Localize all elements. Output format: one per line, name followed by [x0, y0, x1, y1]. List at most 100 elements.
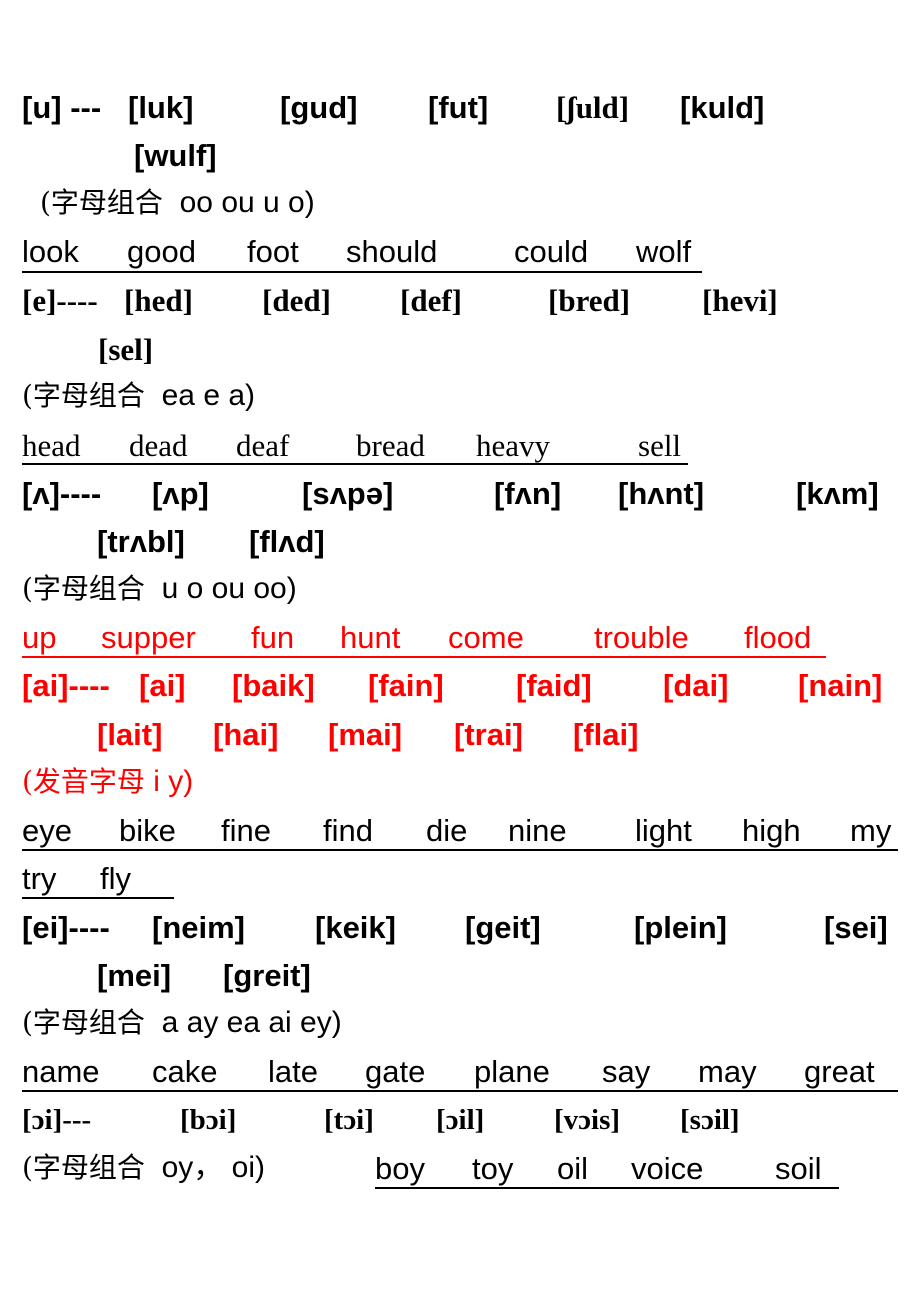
transcription-flai: [flai] [573, 717, 639, 752]
phonetic-header-ei: [ei]---- [22, 910, 110, 945]
word-bread: bread [356, 428, 425, 463]
note-label: (发音字母 [22, 765, 145, 798]
phonetic-row-ai-1: [ai]---- [ai] [baik] [fain] [faid] [dai]… [22, 670, 902, 704]
note-letters: i y) [153, 765, 194, 798]
transcription-luk: [luk] [128, 90, 194, 125]
phonetic-row-wedge-2: [trʌbl] [flʌd] [97, 526, 397, 560]
word-nine: nine [508, 813, 567, 848]
transcription-fun: [fʌn] [494, 476, 562, 511]
word-soil: soil [775, 1151, 822, 1186]
words-row-ai-2: try fly [22, 863, 174, 899]
transcription-flood: [flʌd] [249, 524, 325, 559]
transcription-hunt: [hʌnt] [618, 476, 705, 511]
word-flood: flood [744, 620, 812, 655]
phonetic-row-wedge-1: [ʌ]---- [ʌp] [sʌpə] [fʌn] [hʌnt] [kʌm] [22, 478, 902, 512]
note-letters: ea e a) [161, 379, 256, 412]
transcription-hevi: [hevi] [702, 283, 778, 318]
transcription-nain: [nain] [798, 668, 883, 703]
transcription-vois: [vɔis] [554, 1104, 621, 1136]
note-label: (字母组合 [40, 186, 163, 219]
phonetic-row-ei-2: [mei] [greit] [97, 960, 397, 994]
word-come: come [448, 620, 524, 655]
transcription-sel: [sel] [98, 332, 154, 367]
transcription-soil: [sɔil] [680, 1104, 740, 1136]
word-die: die [426, 813, 468, 848]
word-toy: toy [472, 1151, 514, 1186]
transcription-ded: [ded] [262, 283, 331, 318]
transcription-kuld: [kuld] [680, 90, 765, 125]
words-row-u: look good foot should could wolf [22, 234, 702, 273]
word-could: could [514, 234, 589, 269]
transcription-plein: [plein] [634, 910, 727, 945]
phonetic-row-e-1: [e]---- [hed] [ded] [def] [bred] [hevi] [22, 285, 902, 319]
note-ai: (发音字母 i y) [22, 767, 193, 797]
transcription-geit: [geit] [465, 910, 541, 945]
words-row-ei: name cake late gate plane say may great [22, 1056, 898, 1092]
word-bike: bike [119, 813, 176, 848]
note-oi: (字母组合 oy， oi) [22, 1153, 265, 1183]
words-row-wedge: up supper fun hunt come trouble flood [22, 622, 828, 658]
phonetic-row-oi-1: [ɔi]--- [bɔi] [tɔi] [ɔil] [vɔis] [sɔil] [22, 1106, 902, 1140]
transcription-ai: [ai] [139, 668, 186, 703]
underline [22, 430, 688, 465]
word-sell: sell [638, 428, 682, 463]
note-label: (字母组合 [22, 1151, 145, 1184]
word-up: up [22, 620, 57, 655]
word-find: find [323, 813, 373, 848]
transcription-hed: [hed] [124, 283, 193, 318]
note-label: (字母组合 [22, 379, 145, 412]
transcription-fain: [fain] [368, 668, 444, 703]
words-row-oi: boy toy oil voice soil [375, 1153, 840, 1189]
transcription-def: [def] [400, 283, 462, 318]
transcription-trouble: [trʌbl] [97, 524, 185, 559]
phonetic-row-u-1: [u] --- [luk] [gud] [fut] [ʃuld] [kuld] [22, 92, 902, 126]
note-letters: a ay ea ai ey) [161, 1006, 342, 1039]
phonetic-header-u: [u] --- [22, 90, 102, 125]
transcription-mei: [mei] [97, 958, 172, 993]
word-plane: plane [474, 1054, 550, 1089]
transcription-boi: [bɔi] [180, 1104, 237, 1136]
transcription-keik: [keik] [315, 910, 396, 945]
phonetic-row-ei-1: [ei]---- [neim] [keik] [geit] [plein] [s… [22, 912, 902, 946]
word-heavy: heavy [476, 428, 551, 463]
word-good: good [127, 234, 196, 269]
word-gate: gate [365, 1054, 426, 1089]
words-row-ai-1: eye bike fine find die nine light high m… [22, 815, 898, 851]
note-letters: oy， oi) [161, 1151, 265, 1184]
transcription-faid: [faid] [516, 668, 592, 703]
transcription-sei: [sei] [824, 910, 888, 945]
transcription-come: [kʌm] [796, 476, 879, 511]
underline [375, 1153, 839, 1189]
transcription-oil: [ɔil] [436, 1104, 485, 1136]
word-wolf: wolf [636, 234, 692, 269]
note-u: (字母组合 oo ou u o) [40, 188, 315, 218]
transcription-lait: [lait] [97, 717, 163, 752]
note-letters: u o ou oo) [161, 572, 297, 605]
word-my: my [850, 813, 892, 848]
transcription-wulf: [wulf] [134, 138, 217, 173]
words-row-e: head dead deaf bread heavy sell [22, 430, 690, 466]
transcription-neim: [neim] [152, 910, 245, 945]
transcription-toi: [tɔi] [324, 1104, 374, 1136]
word-eye: eye [22, 813, 72, 848]
note-letters: oo ou u o) [179, 186, 315, 219]
transcription-dai: [dai] [663, 668, 729, 703]
phonetic-header-ai: [ai]---- [22, 668, 110, 703]
word-boy: boy [375, 1151, 425, 1186]
phonetic-header-oi: [ɔi]--- [22, 1104, 92, 1136]
word-may: may [698, 1054, 757, 1089]
word-fine: fine [221, 813, 271, 848]
word-hunt: hunt [340, 620, 401, 655]
phonetic-header-wedge: [ʌ]---- [22, 476, 102, 511]
word-late: late [268, 1054, 318, 1089]
word-foot: foot [247, 234, 299, 269]
transcription-bred: [bred] [548, 283, 631, 318]
transcription-up: [ʌp] [152, 476, 209, 511]
note-e: (字母组合 ea e a) [22, 381, 255, 411]
phonetic-header-e: [e]---- [22, 283, 98, 318]
word-voice: voice [631, 1151, 704, 1186]
word-deaf: deaf [236, 428, 290, 463]
word-cake: cake [152, 1054, 218, 1089]
word-great: great [804, 1054, 875, 1089]
transcription-greit: [greit] [223, 958, 311, 993]
